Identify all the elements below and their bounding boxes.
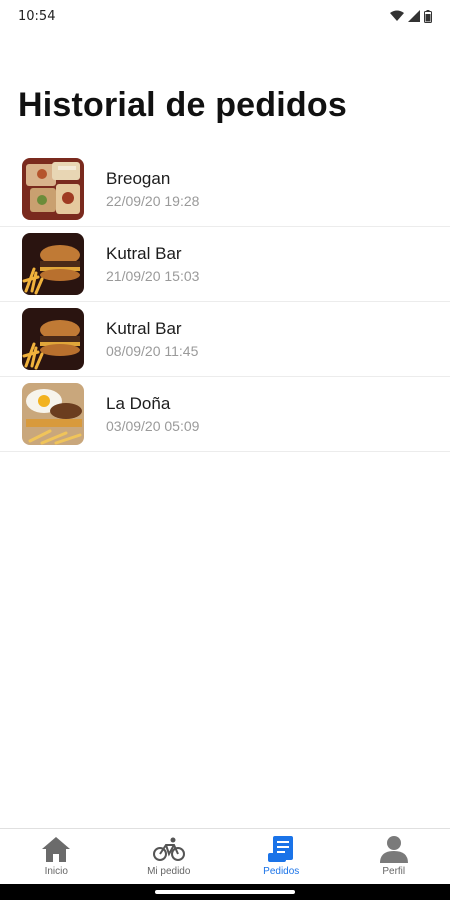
restaurant-name: La Doña — [106, 394, 171, 413]
status-bar: 10:54 — [0, 0, 450, 32]
order-date: 03/09/20 05:09 — [106, 418, 200, 434]
nav-item-perfil[interactable]: Perfil — [338, 829, 450, 884]
signal-icon — [408, 10, 420, 22]
order-item[interactable]: Breogan 22/09/20 19:28 — [0, 152, 450, 227]
order-item[interactable]: Kutral Bar 08/09/20 11:45 — [0, 302, 450, 377]
restaurant-thumbnail — [22, 233, 84, 295]
order-date: 21/09/20 15:03 — [106, 268, 200, 284]
person-icon — [378, 835, 410, 863]
page-title: Historial de pedidos — [18, 86, 347, 124]
receipt-icon — [265, 835, 297, 863]
nav-label: Perfil — [382, 866, 406, 877]
order-date: 08/09/20 11:45 — [106, 343, 199, 359]
restaurant-thumbnail — [22, 158, 84, 220]
restaurant-name: Kutral Bar — [106, 319, 182, 338]
status-icons — [390, 9, 432, 23]
restaurant-name: Kutral Bar — [106, 244, 182, 263]
nav-label: Inicio — [44, 866, 68, 877]
gesture-bar — [0, 884, 450, 900]
wifi-icon — [390, 10, 404, 22]
restaurant-thumbnail — [22, 383, 84, 445]
order-item[interactable]: La Doña 03/09/20 05:09 — [0, 377, 450, 452]
nav-item-mi-pedido[interactable]: Mi pedido — [113, 829, 226, 884]
nav-item-pedidos[interactable]: Pedidos — [225, 829, 338, 884]
order-item[interactable]: Kutral Bar 21/09/20 15:03 — [0, 227, 450, 302]
nav-label: Mi pedido — [147, 866, 191, 877]
order-list: Breogan 22/09/20 19:28 Kutral Bar 21/09/… — [0, 152, 450, 452]
status-time: 10:54 — [18, 8, 56, 24]
home-icon — [40, 835, 72, 863]
battery-icon — [424, 9, 432, 23]
order-date: 22/09/20 19:28 — [106, 193, 200, 209]
bicycle-icon — [152, 835, 185, 863]
restaurant-thumbnail — [22, 308, 84, 370]
bottom-navigation: Inicio Mi pedido Pedidos Perfil — [0, 828, 450, 884]
nav-item-inicio[interactable]: Inicio — [0, 829, 113, 884]
restaurant-name: Breogan — [106, 169, 171, 188]
nav-label: Pedidos — [263, 866, 300, 877]
home-gesture-handle[interactable] — [155, 890, 295, 894]
